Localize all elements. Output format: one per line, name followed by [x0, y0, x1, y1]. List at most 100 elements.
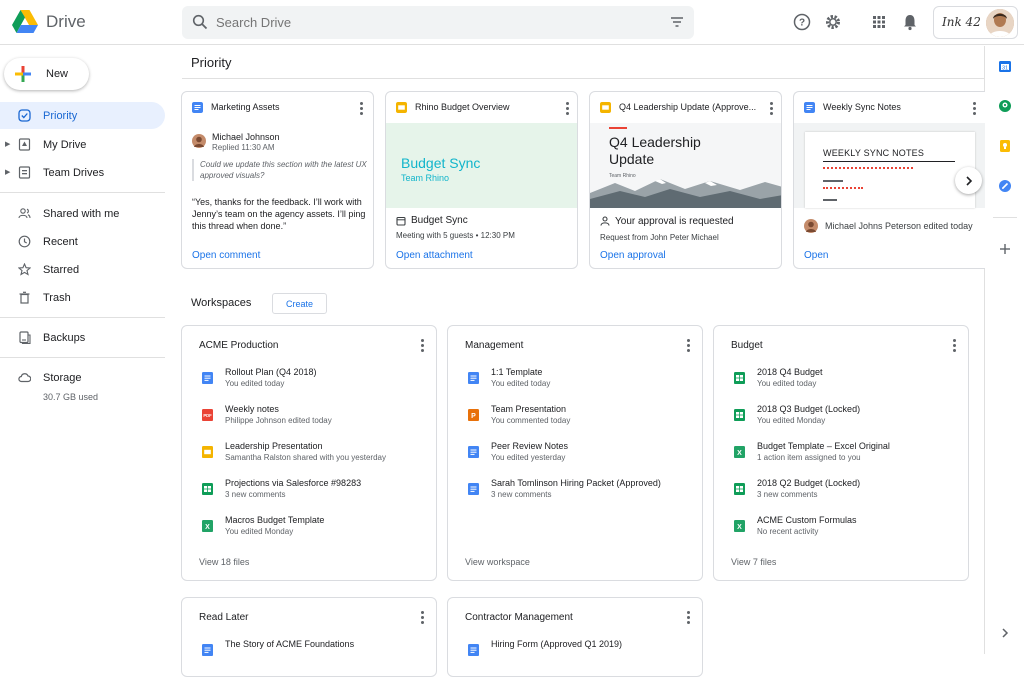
- workspace-file-item[interactable]: 1:1 Template You edited today: [465, 367, 695, 397]
- workspace-file-item[interactable]: PDF Weekly notes Philippe Johnson edited t…: [199, 404, 429, 434]
- sidebar-divider: [0, 317, 165, 318]
- help-icon[interactable]: ?: [793, 13, 811, 31]
- google-doc-icon: [468, 371, 479, 384]
- expand-caret-icon[interactable]: ▶: [5, 168, 10, 176]
- search-icon[interactable]: [192, 14, 208, 30]
- search-input[interactable]: [216, 6, 656, 39]
- tasks-icon[interactable]: [998, 179, 1012, 193]
- open-approval-link[interactable]: Open approval: [600, 250, 666, 261]
- team-drive-icon: [18, 166, 31, 179]
- new-button[interactable]: New: [4, 58, 89, 90]
- search-bar[interactable]: [182, 6, 694, 39]
- sidebar-item-team-drives[interactable]: ▶ Team Drives: [0, 159, 165, 186]
- workspace-file-item[interactable]: 2018 Q4 Budget You edited today: [731, 367, 961, 397]
- more-vert-icon[interactable]: [973, 102, 976, 117]
- workspace-footer-link[interactable]: View 18 files: [199, 557, 249, 567]
- workspace-file-item[interactable]: Leadership Presentation Samantha Ralston …: [199, 441, 429, 471]
- chevron-right-icon[interactable]: [998, 626, 1012, 640]
- comment-reply: “Yes, thanks for the feedback. I’ll work…: [192, 197, 366, 231]
- workspace-title[interactable]: ACME Production: [199, 340, 278, 351]
- sidebar-item-label: Starred: [43, 264, 80, 276]
- sidebar-item-starred[interactable]: Starred: [0, 256, 165, 283]
- calendar-icon[interactable]: 31: [998, 59, 1012, 73]
- workspace-file-item[interactable]: 2018 Q3 Budget (Locked) You edited Monday: [731, 404, 961, 434]
- sidebar-item-trash[interactable]: Trash: [0, 284, 165, 311]
- editor-activity: Michael Johns Peterson edited today: [825, 221, 973, 231]
- more-vert-icon[interactable]: [687, 339, 690, 359]
- sidebar-item-label: Team Drives: [43, 167, 105, 179]
- workspace-title[interactable]: Management: [465, 340, 523, 351]
- workspace-file-item[interactable]: X Budget Template – Excel Original 1 actio…: [731, 441, 961, 471]
- slide-preview[interactable]: Budget Sync Team Rhino: [386, 123, 577, 208]
- file-name: 2018 Q2 Budget (Locked): [757, 478, 861, 488]
- workspace-title[interactable]: Read Later: [199, 612, 248, 623]
- card-title[interactable]: Q4 Leadership Update (Approve...: [619, 102, 764, 112]
- workspace-file-item[interactable]: X ACME Custom Formulas No recent activity: [731, 515, 961, 545]
- workspace-card[interactable]: Management 1:1 Template You edited today P T…: [447, 325, 703, 581]
- carousel-next-button[interactable]: [955, 167, 982, 194]
- workspace-file-item[interactable]: 2018 Q2 Budget (Locked) 3 new comments: [731, 478, 961, 508]
- doc-preview[interactable]: WEEKLY SYNC NOTES: [794, 123, 985, 208]
- workspace-file-item[interactable]: The Story of ACME Foundations: [199, 639, 429, 669]
- more-vert-icon[interactable]: [421, 611, 424, 631]
- workspace-footer-link[interactable]: View workspace: [465, 557, 530, 567]
- sidebar-item-shared-with-me[interactable]: Shared with me: [0, 200, 165, 227]
- card-title[interactable]: Rhino Budget Overview: [415, 102, 560, 112]
- filter-icon[interactable]: [670, 15, 684, 29]
- preview-title: Q4 Leadership Update: [609, 134, 701, 167]
- workspaces-heading: Workspaces: [191, 297, 252, 309]
- file-name: Weekly notes: [225, 404, 279, 414]
- workspace-file-item[interactable]: X Macros Budget Template You edited Monday: [199, 515, 429, 545]
- notifications-bell-icon[interactable]: [901, 13, 919, 31]
- account-switcher[interactable]: Ink 42: [933, 6, 1018, 39]
- workspace-card[interactable]: ACME Production Rollout Plan (Q4 2018) You…: [181, 325, 437, 581]
- apps-grid-icon[interactable]: [870, 13, 888, 31]
- sidebar-item-backups[interactable]: Backups: [0, 324, 165, 351]
- file-name: Leadership Presentation: [225, 441, 323, 451]
- workspace-file-item[interactable]: Hiring Form (Approved Q1 2019): [465, 639, 695, 669]
- more-vert-icon[interactable]: [421, 339, 424, 359]
- avatar[interactable]: [986, 9, 1014, 37]
- workspace-file-item[interactable]: P Team Presentation You commented today: [465, 404, 695, 434]
- workspace-card[interactable]: Budget 2018 Q4 Budget You edited today 2018…: [713, 325, 969, 581]
- sidebar-item-my-drive[interactable]: ▶ My Drive: [0, 131, 165, 158]
- more-vert-icon[interactable]: [687, 611, 690, 631]
- priority-card[interactable]: Marketing Assets Michael Johnson Replied…: [181, 91, 374, 269]
- workspace-title[interactable]: Budget: [731, 340, 763, 351]
- open-comment-link[interactable]: Open comment: [192, 250, 260, 261]
- workspace-title[interactable]: Contractor Management: [465, 612, 573, 623]
- sidebar-item-storage[interactable]: Storage: [0, 364, 165, 391]
- workspace-file-item[interactable]: Sarah Tomlinson Hiring Packet (Approved)…: [465, 478, 695, 508]
- file-name: The Story of ACME Foundations: [225, 639, 355, 649]
- workspace-footer-link[interactable]: View 7 files: [731, 557, 776, 567]
- keep-note-icon[interactable]: [998, 139, 1012, 153]
- commenter-avatar: [192, 134, 206, 148]
- more-vert-icon[interactable]: [566, 102, 569, 117]
- workspace-card[interactable]: Read Later The Story of ACME Foundations: [181, 597, 437, 677]
- svg-text:PDF: PDF: [203, 413, 212, 418]
- add-plus-icon[interactable]: [998, 242, 1012, 256]
- sidebar-item-label: Storage: [43, 372, 82, 384]
- more-vert-icon[interactable]: [770, 102, 773, 117]
- more-vert-icon[interactable]: [953, 339, 956, 359]
- open-attachment-link[interactable]: Open attachment: [396, 250, 473, 261]
- expand-caret-icon[interactable]: ▶: [5, 140, 10, 148]
- svg-text:X: X: [205, 524, 210, 531]
- workspace-card[interactable]: Contractor Management Hiring Form (Approv…: [447, 597, 703, 677]
- card-title[interactable]: Marketing Assets: [211, 102, 356, 112]
- create-workspace-button[interactable]: Create: [272, 293, 327, 314]
- slide-preview[interactable]: Q4 Leadership Update Team Rhino: [590, 123, 781, 208]
- keep-location-icon[interactable]: [998, 99, 1012, 113]
- priority-card[interactable]: Rhino Budget Overview Budget Sync Team R…: [385, 91, 578, 269]
- card-title[interactable]: Weekly Sync Notes: [823, 102, 968, 112]
- sidebar-item-priority[interactable]: Priority: [0, 102, 165, 129]
- more-vert-icon[interactable]: [360, 102, 363, 117]
- sidebar-item-recent[interactable]: Recent: [0, 228, 165, 255]
- open-link[interactable]: Open: [804, 250, 828, 261]
- priority-card[interactable]: Q4 Leadership Update (Approve... Q4 Lead…: [589, 91, 782, 269]
- workspace-file-item[interactable]: Rollout Plan (Q4 2018) You edited today: [199, 367, 429, 397]
- settings-gear-icon[interactable]: [824, 13, 842, 31]
- drive-logo[interactable]: Drive: [12, 10, 86, 33]
- workspace-file-item[interactable]: Projections via Salesforce #98283 3 new c…: [199, 478, 429, 508]
- workspace-file-item[interactable]: Peer Review Notes You edited yesterday: [465, 441, 695, 471]
